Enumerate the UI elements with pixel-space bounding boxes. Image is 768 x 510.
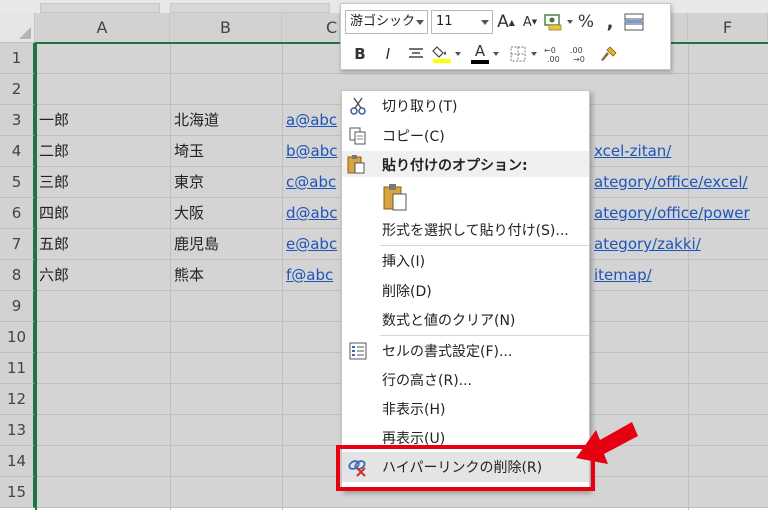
row-header[interactable]: 7 <box>0 229 35 260</box>
cell-name[interactable]: 六郎 <box>35 260 170 291</box>
increase-decimal-icon[interactable]: ←0.00 <box>543 42 567 66</box>
row-header[interactable]: 14 <box>0 446 35 477</box>
row-header[interactable]: 11 <box>0 353 35 384</box>
paste-options-header: 貼り付けのオプション: <box>342 151 589 177</box>
row-header[interactable]: 6 <box>0 198 35 229</box>
svg-text:.00: .00 <box>547 55 560 63</box>
clipboard-icon <box>380 182 410 212</box>
row-header[interactable]: 13 <box>0 415 35 446</box>
select-all-corner[interactable] <box>0 13 35 43</box>
highlight-box <box>336 445 595 491</box>
cell-prefecture[interactable]: 東京 <box>170 167 282 198</box>
menu-item-insert[interactable]: 挿入(I) <box>342 246 589 276</box>
menu-item-format-cells[interactable]: セルの書式設定(F)... <box>342 336 589 366</box>
svg-text:←0: ←0 <box>544 46 556 55</box>
cell-email[interactable]: d@abc <box>282 198 340 229</box>
row-header[interactable]: 9 <box>0 291 35 322</box>
svg-text:.00: .00 <box>570 46 583 55</box>
mini-toolbar: 游ゴシック 11 A ▲ A ▼ % , B I A ←0 .00 .00 →0 <box>340 3 671 70</box>
percent-style-button[interactable]: % <box>575 10 597 34</box>
menu-item-clear-contents[interactable]: 数式と値のクリア(N) <box>342 305 589 335</box>
cell-prefecture[interactable]: 大阪 <box>170 198 282 229</box>
paste-option-paste[interactable] <box>342 179 589 215</box>
row-header[interactable]: 10 <box>0 322 35 353</box>
cell-name[interactable]: 三郎 <box>35 167 170 198</box>
cell-prefecture[interactable]: 北海道 <box>170 105 282 136</box>
cell-email[interactable]: b@abc <box>282 136 340 167</box>
menu-item-delete[interactable]: 削除(D) <box>342 276 589 306</box>
row-header[interactable]: 2 <box>0 74 35 105</box>
cell-email[interactable]: a@abc <box>282 105 340 136</box>
pointer-arrow-icon <box>576 422 638 464</box>
cell-prefecture[interactable]: 鹿児島 <box>170 229 282 260</box>
cell-name[interactable]: 四郎 <box>35 198 170 229</box>
row-header[interactable]: 5 <box>0 167 35 198</box>
row-header[interactable]: 1 <box>0 43 35 74</box>
copy-icon <box>346 124 370 148</box>
menu-item-row-height[interactable]: 行の高さ(R)... <box>342 365 589 395</box>
column-header-b[interactable]: B <box>170 13 282 43</box>
align-center-icon[interactable] <box>405 42 427 66</box>
cell-url[interactable]: ategory/zakki/ <box>590 229 768 260</box>
format-table-icon[interactable] <box>623 10 645 34</box>
comma-style-button[interactable]: , <box>599 10 621 34</box>
bold-button[interactable]: B <box>349 42 371 66</box>
cell-name[interactable]: 一郎 <box>35 105 170 136</box>
row-header[interactable]: 3 <box>0 105 35 136</box>
fill-color-icon[interactable] <box>431 42 453 66</box>
scissors-icon <box>346 94 370 118</box>
cell-url[interactable]: ategory/office/power <box>590 198 768 229</box>
format-cells-icon <box>346 339 370 363</box>
cell-name[interactable]: 二郎 <box>35 136 170 167</box>
menu-item-paste-special[interactable]: 形式を選択して貼り付け(S)... <box>342 215 589 245</box>
svg-text:→0: →0 <box>573 55 585 63</box>
accounting-format-icon[interactable] <box>543 10 573 34</box>
cell-name[interactable]: 五郎 <box>35 229 170 260</box>
increase-font-size-button[interactable]: A ▲ <box>495 10 517 34</box>
cell-email[interactable]: f@abc <box>282 260 340 291</box>
column-header-f[interactable]: F <box>688 13 768 43</box>
font-size-box[interactable]: 11 <box>431 10 493 34</box>
row-header[interactable]: 15 <box>0 477 35 508</box>
paste-icon <box>346 153 366 179</box>
font-color-icon[interactable]: A <box>469 42 491 66</box>
menu-item-hide[interactable]: 非表示(H) <box>342 394 589 424</box>
cell-url[interactable]: ategory/office/excel/ <box>590 167 768 198</box>
borders-icon[interactable] <box>507 42 529 66</box>
menu-item-copy[interactable]: コピー(C) <box>342 121 589 151</box>
row-header[interactable]: 4 <box>0 136 35 167</box>
row-header[interactable]: 12 <box>0 384 35 415</box>
cell-url[interactable]: xcel-zitan/ <box>590 136 768 167</box>
cell-email[interactable]: e@abc <box>282 229 340 260</box>
row-header[interactable]: 8 <box>0 260 35 291</box>
font-name-value: 游ゴシック <box>350 14 416 29</box>
cell-prefecture[interactable]: 埼玉 <box>170 136 282 167</box>
column-header-c[interactable]: C <box>282 13 340 43</box>
font-name-box[interactable]: 游ゴシック <box>345 10 428 34</box>
format-painter-icon[interactable] <box>597 42 619 66</box>
cell-email[interactable]: c@abc <box>282 167 340 198</box>
decrease-font-size-button[interactable]: A ▼ <box>519 10 541 34</box>
column-header-a[interactable]: A <box>35 13 170 43</box>
cell-url[interactable]: itemap/ <box>590 260 768 291</box>
decrease-decimal-icon[interactable]: .00 →0 <box>569 42 593 66</box>
menu-item-cut[interactable]: 切り取り(T) <box>342 91 589 121</box>
italic-button[interactable]: I <box>377 42 399 66</box>
context-menu: 切り取り(T) コピー(C) 貼り付けのオプション: 形式を選択して貼り付け(S… <box>341 90 590 490</box>
font-size-value: 11 <box>436 14 453 29</box>
cell-prefecture[interactable]: 熊本 <box>170 260 282 291</box>
